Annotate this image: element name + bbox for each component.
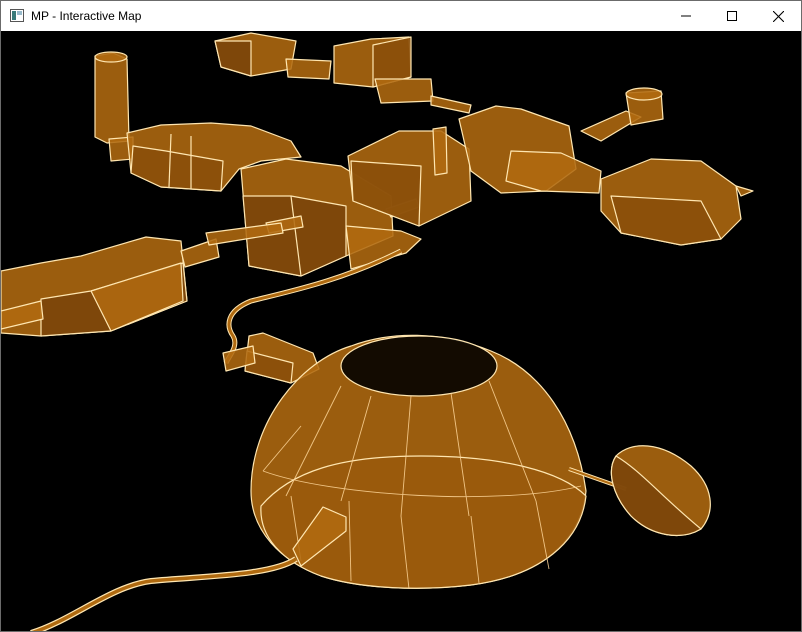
app-icon [10, 9, 24, 22]
map-tower[interactable] [94, 51, 134, 162]
close-button[interactable] [755, 1, 801, 31]
maximize-icon [727, 11, 737, 21]
map-room-left-long[interactable] [1, 222, 284, 337]
window-title: MP - Interactive Map [31, 9, 142, 23]
minimize-icon [681, 15, 691, 17]
close-icon [772, 10, 784, 22]
map-room-bowl[interactable] [610, 445, 711, 536]
application-window: MP - Interactive Map [0, 0, 802, 632]
3d-map-render[interactable] [1, 31, 801, 631]
title-bar[interactable]: MP - Interactive Map [1, 1, 801, 31]
map-room-top-left[interactable] [214, 32, 472, 114]
minimize-button[interactable] [663, 1, 709, 31]
map-room-right-complex[interactable] [347, 87, 754, 246]
maximize-button[interactable] [709, 1, 755, 31]
map-viewport[interactable] [1, 31, 801, 631]
